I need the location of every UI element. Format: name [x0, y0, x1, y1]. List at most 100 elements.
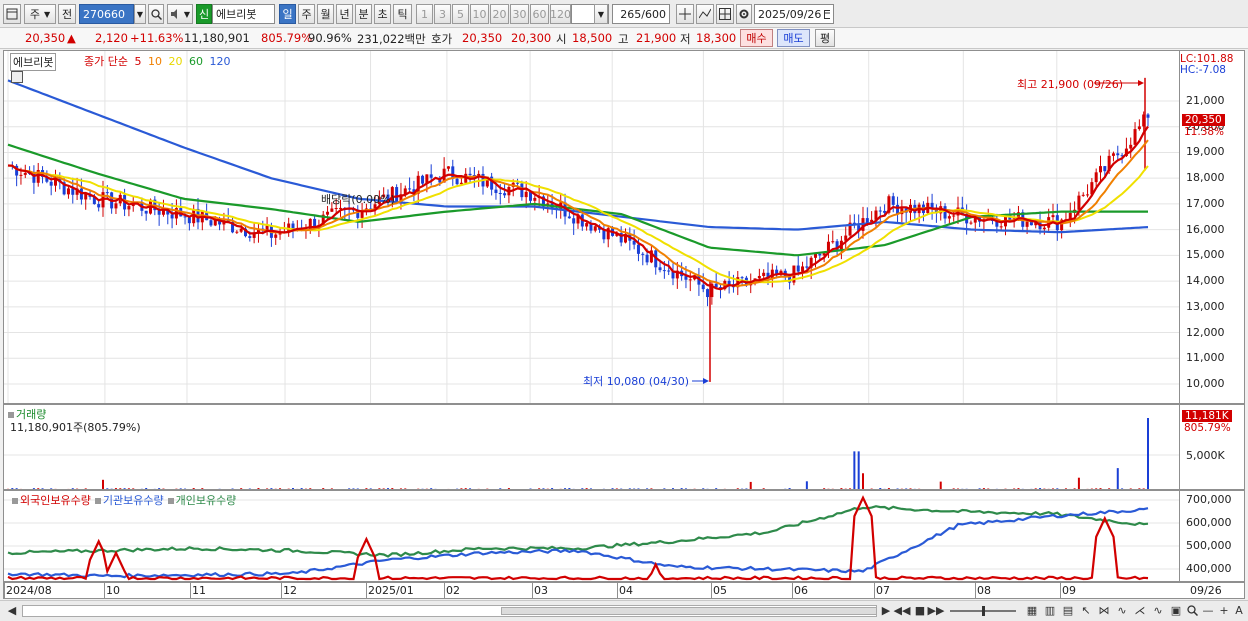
candle-body	[326, 211, 330, 215]
candle-body	[494, 189, 498, 193]
ma-legend-label: 종가 단순	[84, 55, 128, 68]
pattern-4-icon[interactable]: ⋌	[1132, 603, 1148, 618]
stock-name-text: 에브리봇	[216, 8, 257, 21]
pattern-3-icon[interactable]: ∿	[1114, 603, 1130, 618]
pattern-5-icon[interactable]: ∿	[1150, 603, 1166, 618]
crosshair-icon[interactable]	[676, 4, 694, 24]
code-dropdown-chevron-icon[interactable]: ▼	[134, 4, 146, 24]
grid-icon[interactable]	[716, 4, 734, 24]
draw-line-icon[interactable]	[696, 4, 714, 24]
price-change: 2,120	[95, 31, 128, 45]
candle-body	[524, 191, 528, 198]
candle-body	[952, 215, 956, 217]
volume-ratio: 805.79%	[261, 31, 313, 45]
search-icon[interactable]	[148, 4, 164, 24]
pattern-2-icon[interactable]: ⋈	[1096, 603, 1112, 618]
interval-tab-4[interactable]: 20	[490, 4, 509, 24]
price-panel-title[interactable]: 에브리봇	[10, 53, 57, 71]
data-count-value: 265	[620, 7, 642, 21]
period-dropdown[interactable]: 주 ▼	[24, 4, 56, 24]
scroll-right-icon[interactable]: ▶	[878, 603, 894, 618]
data-count-max: /600	[641, 7, 666, 21]
rewind-icon[interactable]: ◀◀	[894, 603, 911, 618]
stop-icon[interactable]: ■	[912, 603, 928, 618]
candle-body	[239, 228, 243, 232]
holders-legend-item-1: 기관보유수량	[102, 494, 164, 507]
candle-body	[66, 188, 70, 195]
interval-chevron-icon[interactable]: ▼	[594, 4, 608, 24]
candle-body	[71, 188, 75, 195]
period-tab-6[interactable]: 틱	[393, 4, 412, 24]
date-tick-10	[874, 583, 875, 598]
candle-body	[701, 284, 705, 290]
interval-tab-3[interactable]: 10	[470, 4, 489, 24]
compare-button[interactable]: 전	[58, 4, 76, 24]
interval-tab-1[interactable]: 3	[434, 4, 451, 24]
grid-toggle-icon[interactable]: ▥	[1042, 603, 1058, 618]
period-tab-1[interactable]: 주	[298, 4, 315, 24]
date-field[interactable]: 2025/09/26	[754, 4, 834, 24]
period-tab-4[interactable]: 분	[355, 4, 372, 24]
horizontal-scrollbar[interactable]	[22, 605, 877, 617]
holders-legend-item-2: 개인보유수량	[175, 494, 237, 507]
date-label-8: 05	[713, 584, 727, 597]
interval-tab-2[interactable]: 5	[452, 4, 469, 24]
period-tab-0[interactable]: 일	[279, 4, 296, 24]
date-tick-7	[617, 583, 618, 598]
pattern-1-icon[interactable]: ↖	[1078, 603, 1094, 618]
fast-forward-icon[interactable]: ▶▶	[928, 603, 945, 618]
chart-settings-icon[interactable]	[11, 71, 23, 83]
interval-tab-6[interactable]: 60	[530, 4, 549, 24]
trade-amount: 231,022백만	[357, 32, 426, 46]
zoom-slider-handle[interactable]	[982, 606, 985, 616]
interval-tab-5[interactable]: 30	[510, 4, 529, 24]
low-label: 저	[680, 32, 691, 46]
zoom-slider[interactable]	[950, 606, 1016, 616]
stock-code-input[interactable]: 270660	[79, 4, 134, 24]
image-icon[interactable]: ▣	[1168, 603, 1184, 618]
table-icon[interactable]: ▤	[1060, 603, 1076, 618]
zoom-out-icon[interactable]: —	[1200, 603, 1216, 618]
candle-body	[662, 270, 666, 272]
institution-holdings-line	[7, 507, 1149, 579]
text-tool-icon[interactable]: A	[1231, 603, 1247, 618]
zoom-in-icon[interactable]: +	[1216, 603, 1232, 618]
period-tab-3[interactable]: 년	[336, 4, 353, 24]
low-annotation: 최저 10,080 (04/30)	[583, 375, 690, 388]
gear-icon[interactable]	[736, 4, 752, 24]
open-price: 18,500	[572, 31, 613, 45]
scroll-left-icon[interactable]: ◀	[4, 603, 20, 618]
candle-body	[1042, 227, 1046, 230]
scrollbar-thumb[interactable]	[501, 607, 877, 615]
high-arrow-head	[1138, 80, 1144, 86]
date-tick-1	[104, 583, 105, 598]
layout-icon[interactable]	[3, 4, 21, 24]
interval-tab-7[interactable]: 120	[550, 4, 571, 24]
interval-tab-0[interactable]: 1	[416, 4, 433, 24]
volume-bar	[1147, 418, 1149, 489]
holders-tick-1: 600,000	[1186, 516, 1232, 529]
date-value: 2025/09/26	[758, 7, 822, 21]
date-label-1: 10	[106, 584, 120, 597]
holders-panel[interactable]: 외국인보유수량 기관보유수량 개인보유수량	[3, 490, 1180, 582]
quote-label: 호가	[431, 32, 453, 46]
period-tab-5[interactable]: 초	[374, 4, 391, 24]
zoom-search-icon[interactable]	[1184, 603, 1200, 618]
data-count-field[interactable]: 265/600	[612, 4, 670, 24]
foreign-holdings-line	[7, 495, 1149, 581]
candle-body	[23, 172, 27, 175]
stock-name-field[interactable]: 에브리봇	[212, 4, 275, 24]
chart-type-icon[interactable]: ▦	[1024, 603, 1040, 618]
holders-legend-marker	[12, 498, 18, 504]
volume-panel[interactable]: 거래량 11,180,901주(805.79%)	[3, 404, 1180, 490]
date-label-3: 12	[283, 584, 297, 597]
speaker-icon[interactable]: ▼	[167, 4, 193, 24]
candle-body	[831, 241, 835, 243]
buy-button[interactable]: 매수	[740, 29, 773, 47]
period-tab-2[interactable]: 월	[317, 4, 334, 24]
chevron-down-icon: ▼	[43, 9, 51, 19]
eval-button[interactable]: 평	[815, 29, 835, 47]
sell-button[interactable]: 매도	[777, 29, 810, 47]
price-chart-panel[interactable]: 에브리봇 종가 단순 5 10 20 60 120 최고 21,900 (09/…	[3, 50, 1180, 404]
high-label: 고	[618, 32, 629, 46]
